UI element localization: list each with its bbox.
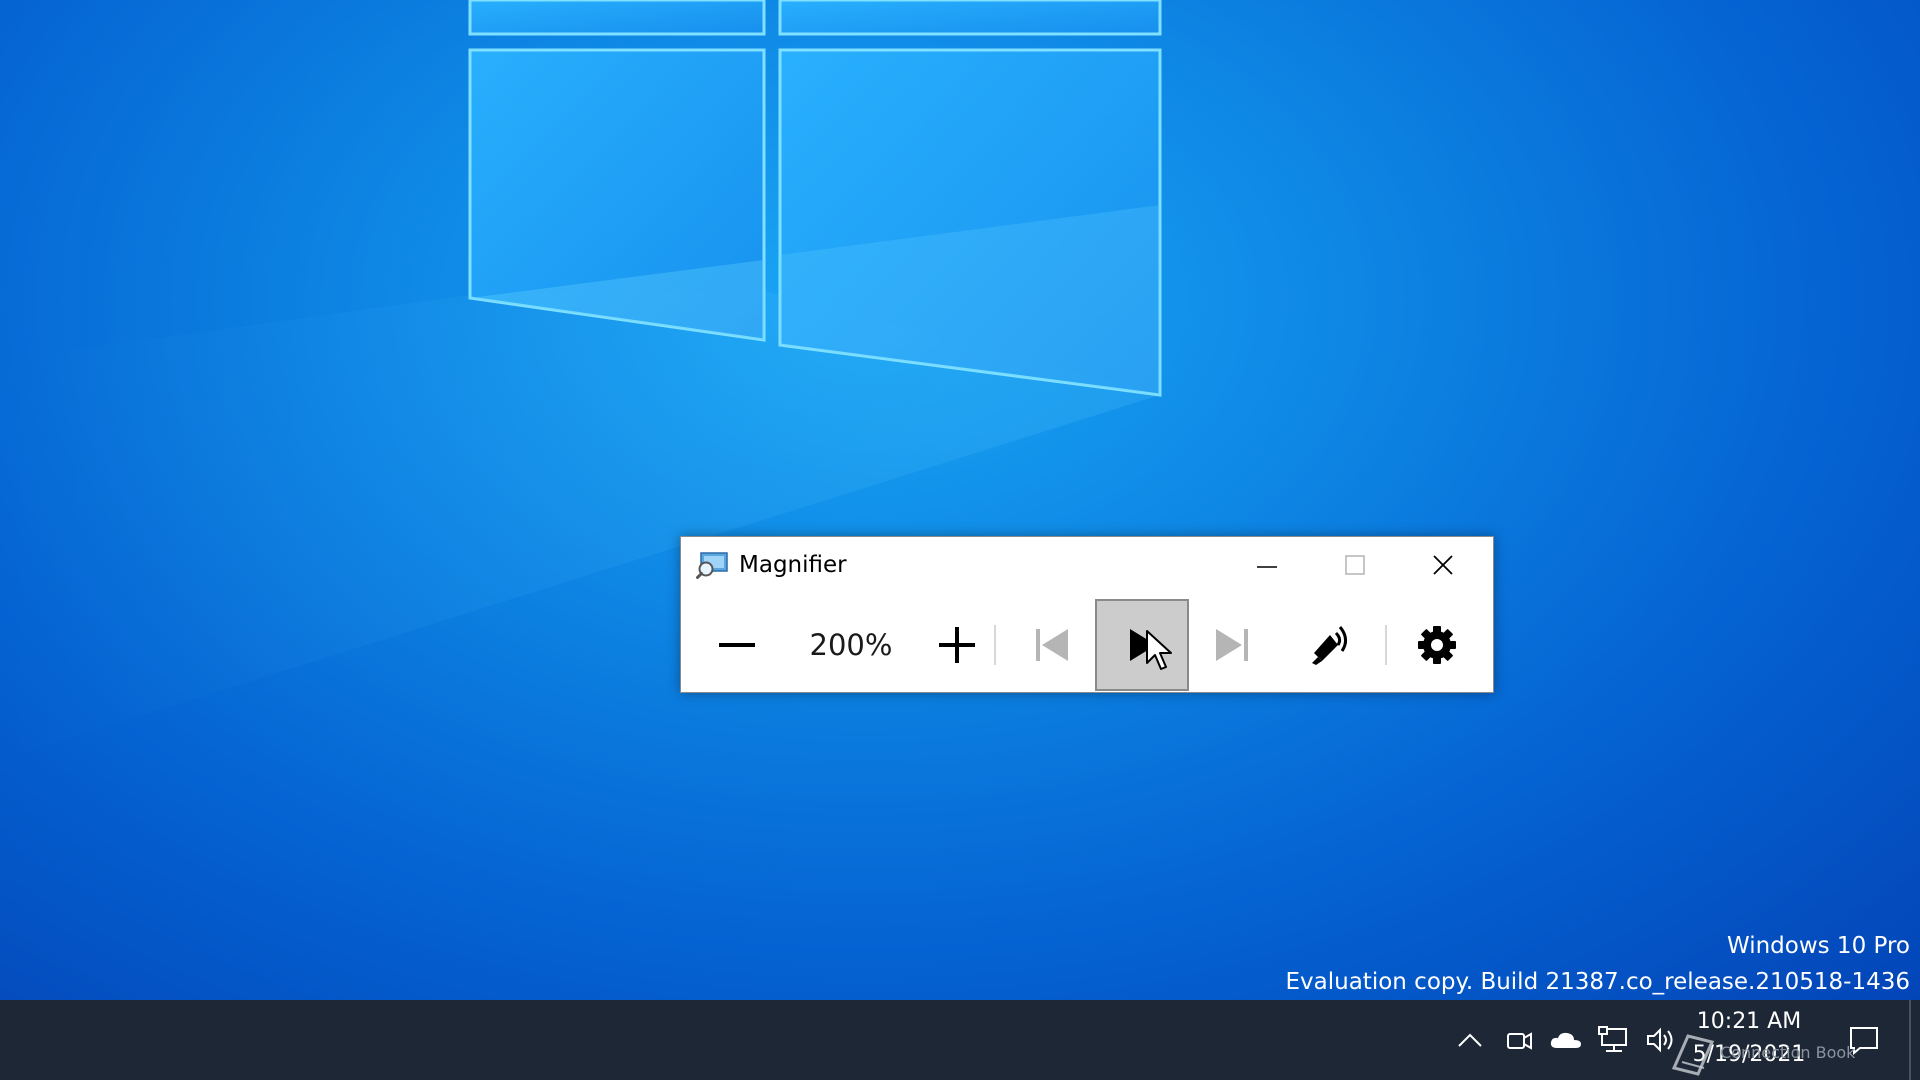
onedrive-button[interactable] bbox=[1546, 1000, 1586, 1080]
desktop-background: Windows 10 Pro Evaluation copy. Build 21… bbox=[0, 0, 1920, 1000]
window-title: Magnifier bbox=[739, 552, 847, 578]
network-icon bbox=[1598, 1026, 1627, 1052]
zoom-level-text: 200% bbox=[809, 628, 893, 662]
plus-icon bbox=[939, 627, 975, 663]
windows-logo-wallpaper bbox=[0, 0, 1162, 760]
network-button[interactable] bbox=[1594, 1000, 1634, 1080]
toolbar-separator bbox=[1385, 625, 1387, 665]
build-watermark: Evaluation copy. Build 21387.co_release.… bbox=[1285, 969, 1911, 995]
book-overlay-icon bbox=[1671, 1034, 1715, 1076]
close-icon bbox=[1433, 555, 1453, 575]
minimize-icon bbox=[1257, 566, 1277, 568]
tooltip-ghost-text: Connection Book bbox=[1720, 1043, 1856, 1062]
minus-icon bbox=[719, 643, 755, 647]
magnifier-app-icon bbox=[696, 552, 728, 579]
settings-button[interactable] bbox=[1399, 599, 1475, 691]
show-hidden-icons-button[interactable] bbox=[1450, 1000, 1490, 1080]
chevron-up-icon bbox=[1458, 1033, 1482, 1047]
minimize-button[interactable] bbox=[1223, 537, 1311, 593]
meet-camera-icon bbox=[1507, 1032, 1532, 1050]
magnifier-toolbar: 200% bbox=[681, 595, 1493, 693]
taskbar: 10:21 AM 5/19/2021 bbox=[0, 1000, 1920, 1080]
cloud-icon bbox=[1550, 1032, 1581, 1048]
maximize-icon bbox=[1345, 555, 1365, 575]
zoom-in-button[interactable] bbox=[921, 599, 993, 691]
skip-previous-icon bbox=[1036, 629, 1068, 661]
show-desktop-button[interactable] bbox=[1909, 1000, 1911, 1080]
meet-now-button[interactable] bbox=[1500, 1000, 1538, 1080]
gear-icon bbox=[1418, 626, 1456, 664]
mouse-cursor-icon bbox=[1146, 630, 1172, 670]
magnifier-window: Magnifier 200% bbox=[680, 536, 1494, 693]
action-center-button[interactable] bbox=[1836, 1000, 1892, 1080]
zoom-out-button[interactable] bbox=[701, 599, 773, 691]
title-bar[interactable]: Magnifier bbox=[681, 537, 1493, 593]
read-previous-button[interactable] bbox=[1011, 599, 1093, 691]
close-button[interactable] bbox=[1399, 537, 1487, 593]
maximize-button[interactable] bbox=[1311, 537, 1399, 593]
read-next-button[interactable] bbox=[1191, 599, 1273, 691]
read-play-button[interactable] bbox=[1095, 599, 1189, 691]
speaker-pointer-icon bbox=[1312, 626, 1347, 665]
toolbar-separator bbox=[994, 625, 996, 665]
read-from-here-button[interactable] bbox=[1289, 599, 1371, 691]
windows-edition-watermark: Windows 10 Pro bbox=[1726, 933, 1910, 959]
skip-next-icon bbox=[1216, 629, 1248, 661]
